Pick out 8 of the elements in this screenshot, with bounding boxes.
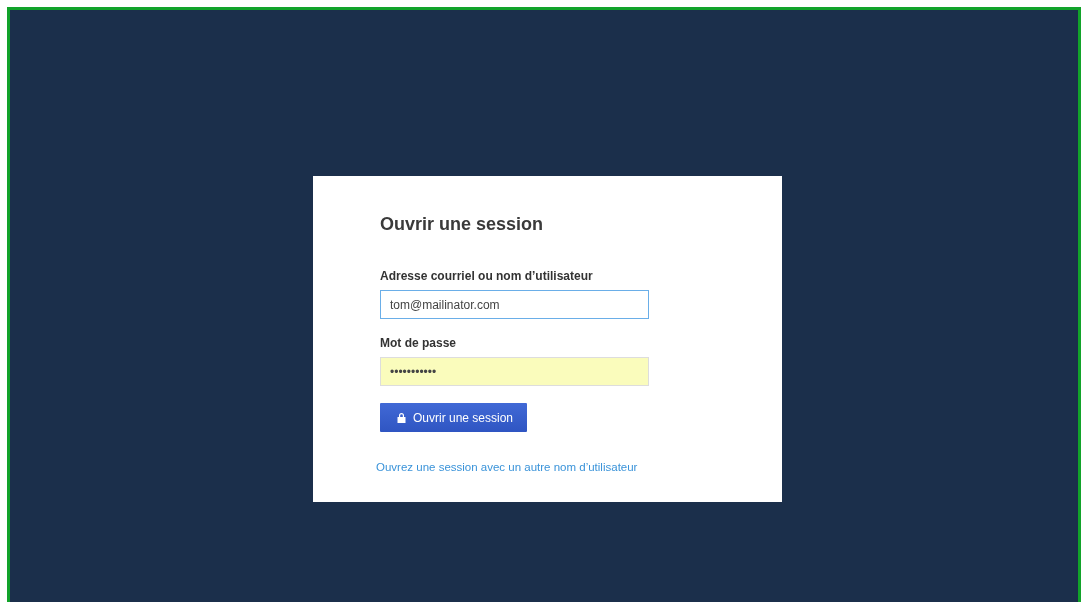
lock-icon [397, 412, 406, 423]
sign-in-button[interactable]: Ouvrir une session [380, 403, 527, 432]
alternate-user-link[interactable]: Ouvrez une session avec un autre nom d’utilisateur [376, 461, 638, 473]
form-title: Ouvrir une session [380, 214, 544, 235]
field-label: Mot de passe [380, 336, 458, 350]
input-field[interactable]: ••••••••••• [380, 357, 649, 386]
input-field[interactable]: tom@mailinator.com [380, 290, 649, 319]
field-label: Adresse courriel ou nom d’utilisateur [380, 269, 594, 283]
